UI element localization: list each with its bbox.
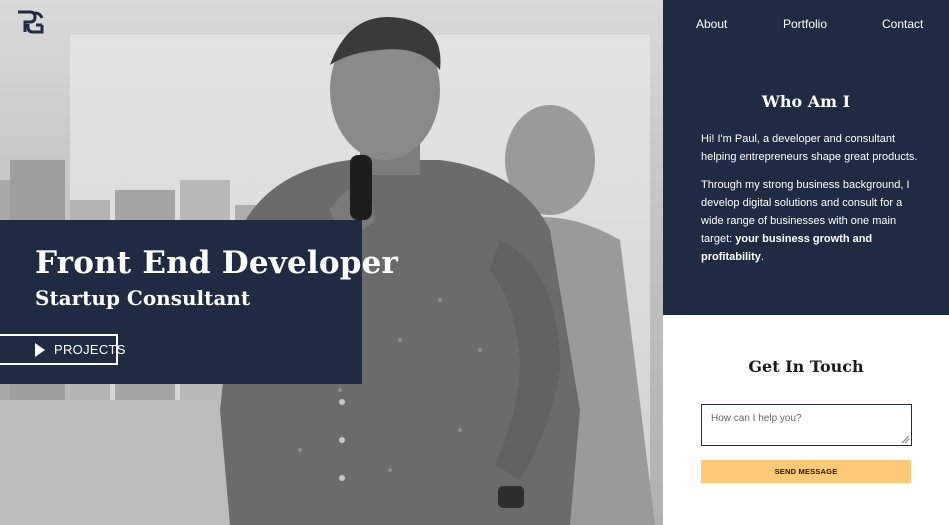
pg-monogram-icon[interactable] xyxy=(16,10,44,36)
nav-link-portfolio[interactable]: Portfolio xyxy=(783,17,827,31)
nav-link-about[interactable]: About xyxy=(696,17,727,31)
about-bio: Hi! I'm Paul, a developer and consultant… xyxy=(701,130,925,276)
about-intro: Hi! I'm Paul, a developer and consultant… xyxy=(701,133,918,163)
play-icon xyxy=(35,342,45,357)
about-heading: Who Am I xyxy=(761,92,851,111)
projects-button[interactable]: PROJECTS xyxy=(0,334,125,365)
send-message-button[interactable]: SEND MESSAGE xyxy=(701,460,911,483)
main-nav: About Portfolio Contact xyxy=(663,17,949,33)
about-panel: About Portfolio Contact Who Am I Hi! I'm… xyxy=(663,0,949,315)
hero-subtitle: Startup Consultant xyxy=(35,286,251,310)
resize-grip-icon[interactable] xyxy=(901,435,910,444)
contact-heading: Get In Touch xyxy=(748,357,864,376)
about-body-suffix: . xyxy=(760,251,764,263)
projects-button-label: PROJECTS xyxy=(54,342,126,357)
about-body: Through my strong business background, I… xyxy=(701,176,925,266)
message-input[interactable] xyxy=(701,404,912,446)
hero-photo: Front End Developer Startup Consultant P… xyxy=(0,0,663,525)
nav-link-contact[interactable]: Contact xyxy=(882,17,923,31)
contact-panel: Get In Touch SEND MESSAGE xyxy=(663,315,949,525)
hero-title: Front End Developer xyxy=(35,245,399,281)
